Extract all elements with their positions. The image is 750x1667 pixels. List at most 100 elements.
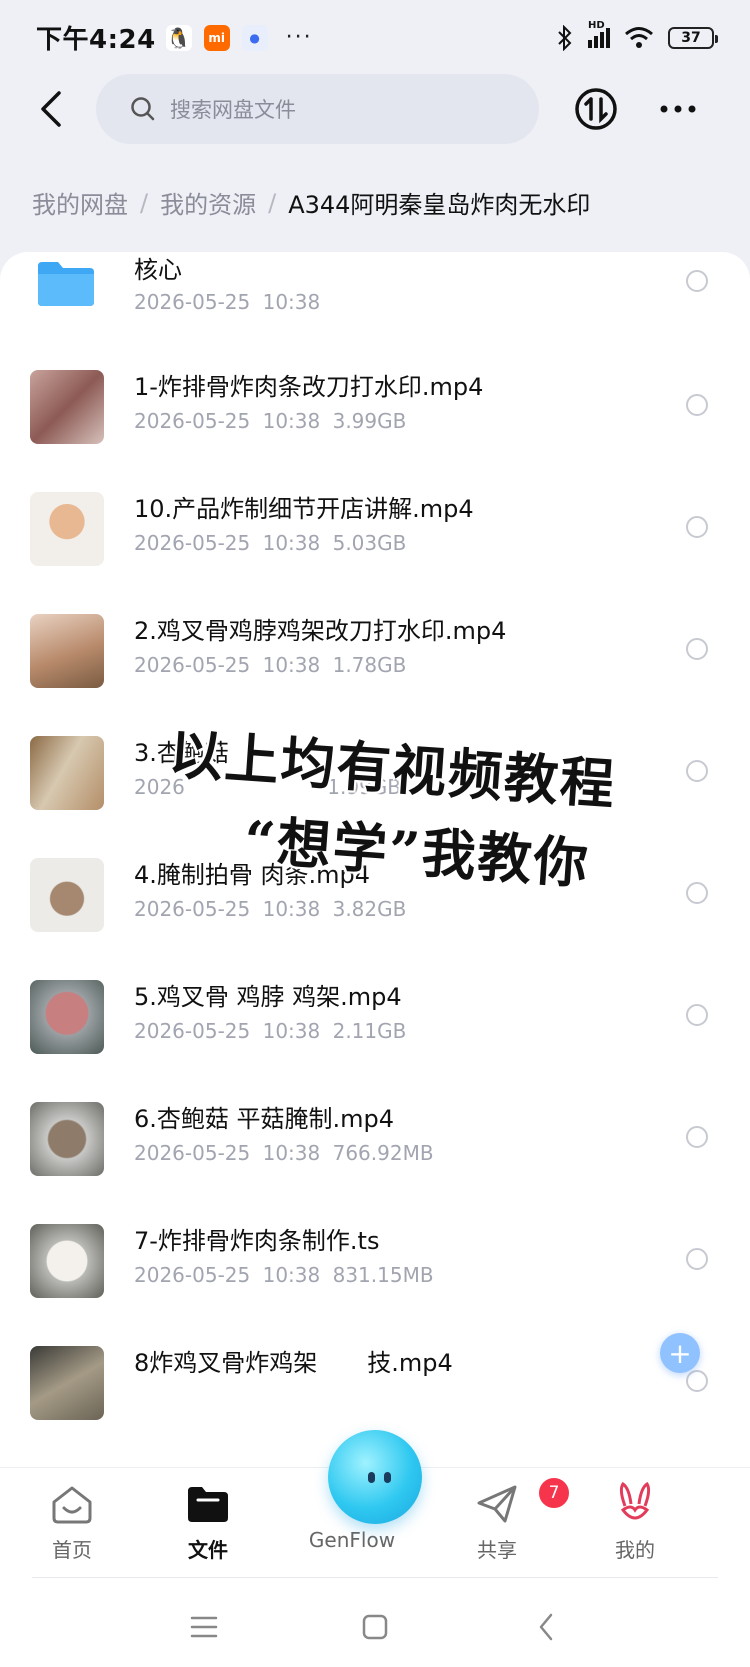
list-item[interactable]: 6.杏鲍菇 平菇腌制.mp4 2026-05-25 10:38 766.92MB bbox=[0, 1102, 750, 1232]
video-thumbnail bbox=[30, 614, 104, 688]
tab-label: 文件 bbox=[188, 1538, 228, 1562]
file-name: 核心 bbox=[134, 256, 182, 284]
video-thumbnail bbox=[30, 492, 104, 566]
folder-icon bbox=[186, 1482, 230, 1526]
list-item[interactable]: 1-炸排骨炸肉条改刀打水印.mp4 2026-05-25 10:38 3.99G… bbox=[0, 370, 750, 500]
battery-icon: 37 bbox=[668, 26, 718, 49]
video-thumbnail bbox=[30, 1102, 104, 1176]
wifi-icon bbox=[625, 26, 653, 48]
list-item-folder[interactable]: 核心 2026-05-25 10:38 bbox=[0, 252, 750, 382]
plus-icon: + bbox=[668, 1336, 692, 1370]
file-name: 3.杏鲍菇 bbox=[134, 739, 229, 767]
file-name: 2.鸡叉骨鸡脖鸡架改刀打水印.mp4 bbox=[134, 617, 507, 645]
tab-genflow[interactable]: GenFlow bbox=[302, 1528, 402, 1552]
status-time: 下午4:24 bbox=[36, 25, 156, 55]
folder-icon bbox=[38, 262, 94, 306]
header: 搜索网盘文件 bbox=[0, 70, 750, 150]
breadcrumb: 我的网盘 / 我的资源 / A344阿明秦皇岛炸肉无水印 bbox=[32, 185, 590, 220]
select-checkbox[interactable] bbox=[686, 1126, 708, 1148]
file-name: 8炸鸡叉骨炸鸡架 技.mp4 bbox=[134, 1349, 453, 1377]
file-meta: 2026-05-25 10:38 1.78GB bbox=[134, 653, 407, 677]
select-checkbox[interactable] bbox=[686, 270, 708, 292]
list-item[interactable]: 2.鸡叉骨鸡脖鸡架改刀打水印.mp4 2026-05-25 10:38 1.78… bbox=[0, 614, 750, 744]
select-checkbox[interactable] bbox=[686, 1004, 708, 1026]
square-icon bbox=[362, 1614, 388, 1640]
file-meta: 2026-05-25 10:38 5.03GB bbox=[134, 531, 407, 555]
file-meta: 2026-05-25 10:38 3.82GB bbox=[134, 897, 407, 921]
back-nav-button[interactable] bbox=[526, 1607, 566, 1647]
file-name: 5.鸡叉骨 鸡脖 鸡架.mp4 bbox=[134, 983, 402, 1011]
select-checkbox[interactable] bbox=[686, 1248, 708, 1270]
file-name: 6.杏鲍菇 平菇腌制.mp4 bbox=[134, 1105, 395, 1133]
breadcrumb-resources[interactable]: 我的资源 bbox=[160, 185, 256, 220]
video-thumbnail bbox=[30, 1224, 104, 1298]
tab-label: 我的 bbox=[615, 1538, 655, 1562]
select-checkbox[interactable] bbox=[686, 882, 708, 904]
divider bbox=[32, 1577, 718, 1578]
home-nav-button[interactable] bbox=[355, 1607, 395, 1647]
menu-icon bbox=[190, 1616, 218, 1638]
file-meta: 2026 1.99GB bbox=[134, 775, 402, 799]
status-bar: 下午4:24 🐧 mi ● ··· HD 37 bbox=[0, 0, 750, 75]
qq-icon: 🐧 bbox=[165, 24, 192, 51]
signal-hd-label: HD bbox=[588, 19, 605, 31]
file-meta: 2026-05-25 10:38 766.92MB bbox=[134, 1141, 434, 1165]
status-more-dots: ··· bbox=[285, 25, 313, 50]
menu-button[interactable] bbox=[184, 1607, 224, 1647]
list-item[interactable]: 3.杏鲍菇 2026 1.99GB bbox=[0, 736, 750, 866]
file-name: 4.腌制拍骨 肉条.mp4 bbox=[134, 861, 371, 889]
tab-me[interactable]: 我的 bbox=[585, 1482, 685, 1563]
chevron-left-icon bbox=[539, 1613, 553, 1641]
breadcrumb-root[interactable]: 我的网盘 bbox=[32, 185, 128, 220]
bluetooth-icon bbox=[558, 24, 572, 51]
video-thumbnail bbox=[30, 1346, 104, 1420]
tab-files[interactable]: 文件 bbox=[158, 1482, 258, 1563]
system-nav-bar bbox=[0, 1577, 750, 1667]
select-checkbox[interactable] bbox=[686, 394, 708, 416]
list-item[interactable]: 10.产品炸制细节开店讲解.mp4 2026-05-25 10:38 5.03G… bbox=[0, 492, 750, 622]
orb-eye bbox=[368, 1472, 375, 1483]
file-meta: 2026-05-25 10:38 bbox=[134, 290, 321, 314]
status-right: HD 37 bbox=[556, 20, 718, 51]
rabbit-icon bbox=[613, 1482, 657, 1526]
search-placeholder: 搜索网盘文件 bbox=[170, 98, 296, 122]
select-checkbox[interactable] bbox=[686, 638, 708, 660]
tab-home[interactable]: 首页 bbox=[22, 1482, 122, 1563]
orb-eye bbox=[384, 1472, 391, 1483]
breadcrumb-separator: / bbox=[268, 188, 277, 217]
signal-icon: HD bbox=[588, 20, 610, 48]
file-name: 7-炸排骨炸肉条制作.ts bbox=[134, 1227, 380, 1255]
file-name: 10.产品炸制细节开店讲解.mp4 bbox=[134, 495, 474, 523]
genflow-app-icon: ● bbox=[241, 24, 268, 51]
tab-label: 首页 bbox=[52, 1538, 92, 1562]
video-thumbnail bbox=[30, 370, 104, 444]
select-checkbox[interactable] bbox=[686, 516, 708, 538]
select-checkbox[interactable] bbox=[686, 760, 708, 782]
back-button[interactable] bbox=[26, 84, 76, 134]
status-app-icons: 🐧 mi ● ··· bbox=[165, 24, 313, 51]
list-item[interactable]: 4.腌制拍骨 肉条.mp4 2026-05-25 10:38 3.82GB bbox=[0, 858, 750, 988]
tab-share[interactable]: 共享 bbox=[447, 1482, 547, 1563]
file-list: 核心 2026-05-25 10:38 1-炸排骨炸肉条改刀打水印.mp4 20… bbox=[0, 252, 750, 1467]
more-options-button[interactable] bbox=[655, 86, 701, 132]
search-input[interactable]: 搜索网盘文件 bbox=[96, 74, 539, 144]
search-icon bbox=[131, 97, 155, 121]
genflow-orb-icon[interactable] bbox=[328, 1430, 422, 1524]
breadcrumb-separator: / bbox=[140, 188, 149, 217]
share-badge: 7 bbox=[537, 1476, 571, 1510]
add-floating-button[interactable]: + bbox=[660, 1333, 700, 1373]
list-item[interactable]: 7-炸排骨炸肉条制作.ts 2026-05-25 10:38 831.15MB bbox=[0, 1224, 750, 1354]
video-thumbnail bbox=[30, 736, 104, 810]
mi-icon: mi bbox=[203, 24, 230, 51]
chevron-left-icon bbox=[41, 91, 61, 127]
file-name: 1-炸排骨炸肉条改刀打水印.mp4 bbox=[134, 373, 484, 401]
file-meta: 2026-05-25 10:38 2.11GB bbox=[134, 1019, 407, 1043]
select-checkbox[interactable] bbox=[686, 1370, 708, 1392]
sort-button[interactable] bbox=[573, 86, 619, 132]
file-meta: 2026-05-25 10:38 831.15MB bbox=[134, 1263, 434, 1287]
more-dots-icon bbox=[660, 105, 696, 113]
breadcrumb-current: A344阿明秦皇岛炸肉无水印 bbox=[288, 191, 591, 219]
video-thumbnail bbox=[30, 858, 104, 932]
home-icon bbox=[50, 1482, 94, 1526]
list-item[interactable]: 5.鸡叉骨 鸡脖 鸡架.mp4 2026-05-25 10:38 2.11GB bbox=[0, 980, 750, 1110]
